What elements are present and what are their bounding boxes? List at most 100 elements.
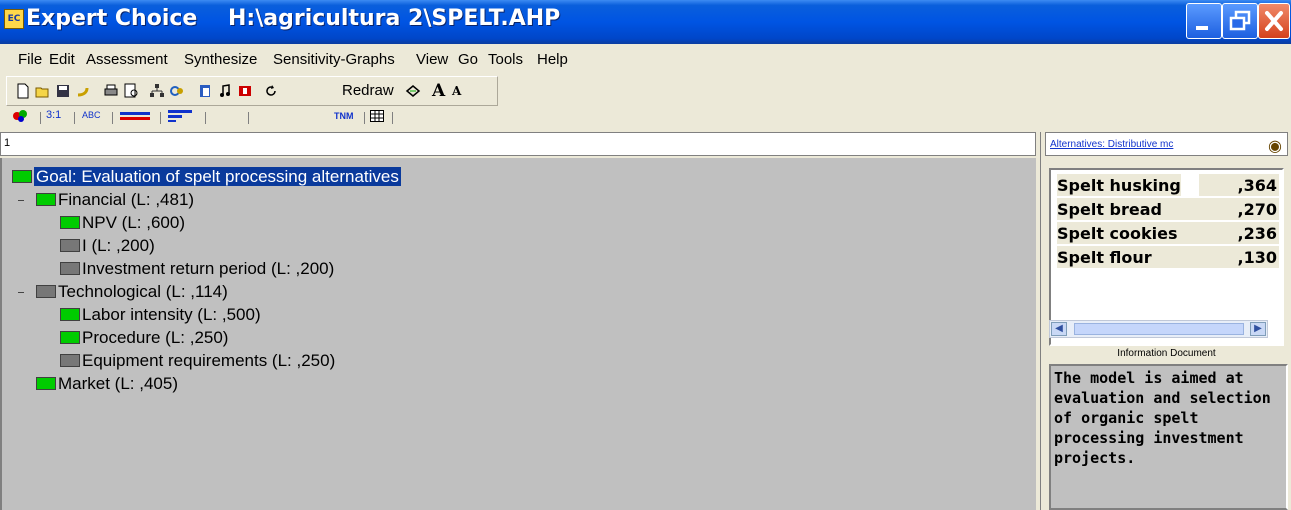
node-label: NPV (L: ,600) (82, 213, 185, 232)
node-color-box (12, 170, 32, 183)
node-color-box (60, 216, 80, 229)
menu-tools[interactable]: Tools (488, 51, 523, 68)
font-larger-button[interactable]: A (432, 81, 445, 101)
node-color-box (36, 285, 56, 298)
node-color-box (60, 354, 80, 367)
tree-node-npv[interactable]: NPV (L: ,600) (60, 212, 185, 234)
node-color-box (60, 262, 80, 275)
menu-view[interactable]: View (416, 51, 448, 68)
alternative-name: Spelt husking (1057, 176, 1181, 195)
menu-synthesize[interactable]: Synthesize (184, 51, 257, 68)
new-icon[interactable] (15, 83, 31, 99)
tree-header-bar: 1 (0, 132, 1036, 156)
minimize-icon (1196, 26, 1208, 30)
alternative-row[interactable]: Spelt flour ,130 (1057, 246, 1279, 268)
pie-chart-icon[interactable] (12, 109, 28, 123)
main-toolbar (6, 76, 498, 106)
print-icon[interactable] (103, 83, 119, 99)
tree-node-financial[interactable]: Financial (L: ,481) (36, 189, 194, 211)
alternative-name: Spelt flour (1057, 248, 1152, 267)
redraw-icon[interactable] (263, 83, 279, 99)
toolbar2-separator (160, 112, 161, 124)
tree-node-i[interactable]: I (L: ,200) (60, 235, 155, 257)
alternative-row[interactable]: Spelt husking ,364 (1057, 174, 1279, 196)
menu-file[interactable]: File (18, 51, 42, 68)
alternative-value: ,364 (1237, 176, 1277, 195)
node-color-box (60, 239, 80, 252)
title-bar: EC Expert Choice H:\agricultura 2\SPELT.… (0, 0, 1291, 44)
node-label: Investment return period (L: ,200) (82, 259, 335, 278)
grid-icon[interactable] (370, 110, 384, 122)
menu-assessment[interactable]: Assessment (86, 51, 168, 68)
node-color-box (60, 308, 80, 321)
alternatives-distributive-link[interactable]: Alternatives: Distributive mc (1050, 139, 1173, 150)
info-icon[interactable] (237, 83, 253, 99)
node-label: Equipment requirements (L: ,250) (82, 351, 336, 370)
numerical-compare-button[interactable]: 3:1 (46, 109, 61, 121)
scroll-left-icon[interactable]: ◀ (1051, 322, 1067, 336)
tree-node-market[interactable]: Market (L: ,405) (36, 373, 178, 395)
music-icon[interactable] (217, 83, 233, 99)
toolbar2-separator (205, 112, 206, 124)
paste-icon[interactable] (197, 83, 213, 99)
file-path-title: H:\agricultura 2\SPELT.AHP (228, 6, 561, 31)
horizontal-scrollbar[interactable]: ◀ ▶ (1049, 320, 1268, 338)
restore-button[interactable] (1222, 3, 1258, 39)
collapse-toggle-financial[interactable] (18, 200, 24, 201)
font-smaller-button[interactable]: A (452, 84, 461, 98)
binoculars-icon[interactable]: ◉ (1268, 136, 1282, 155)
toolbar2-separator (392, 112, 393, 124)
hierarchy-tree-panel[interactable]: Goal: Evaluation of spelt processing alt… (0, 158, 1036, 510)
priority-bar (1181, 174, 1199, 196)
scroll-thumb[interactable] (1074, 323, 1244, 335)
ratings-button[interactable]: TNM (334, 111, 354, 121)
tree-node-equipment-requirements[interactable]: Equipment requirements (L: ,250) (60, 350, 335, 372)
graphical-compare-icon[interactable] (120, 111, 150, 121)
close-icon (1265, 11, 1283, 31)
toolbar2-separator (40, 112, 41, 124)
assessment-toolbar: 3:1 ABC TNM (0, 108, 1291, 126)
information-document-label: Information Document (1117, 348, 1216, 359)
undo-icon[interactable] (75, 83, 91, 99)
redraw-button[interactable]: Redraw (342, 82, 394, 99)
alternative-row[interactable]: Spelt cookies ,236 (1057, 222, 1279, 244)
toolbar2-separator (74, 112, 75, 124)
redraw-label: Redraw (342, 82, 394, 99)
menu-sensitivity-graphs[interactable]: Sensitivity-Graphs (273, 51, 395, 68)
questionnaire-icon[interactable] (168, 110, 196, 122)
scroll-right-icon[interactable]: ▶ (1250, 322, 1266, 336)
tree-node-investment-return-period[interactable]: Investment return period (L: ,200) (60, 258, 334, 280)
menu-bar: File Edit Assessment Synthesize Sensitiv… (0, 48, 1291, 72)
preview-icon[interactable] (123, 83, 139, 99)
tree-node-labor-intensity[interactable]: Labor intensity (L: ,500) (60, 304, 261, 326)
node-label: Market (L: ,405) (58, 374, 178, 393)
tree-icon[interactable] (149, 83, 165, 99)
menu-go[interactable]: Go (458, 51, 478, 68)
open-icon[interactable] (35, 83, 51, 99)
alternative-name: Spelt cookies (1057, 224, 1178, 243)
save-icon[interactable] (55, 83, 71, 99)
alternative-row[interactable]: Spelt bread ,270 (1057, 198, 1279, 220)
information-document-text[interactable]: The model is aimed at evaluation and sel… (1049, 364, 1288, 510)
tree-node-goal[interactable]: Goal: Evaluation of spelt processing alt… (12, 166, 401, 188)
link-icon[interactable] (169, 83, 185, 99)
collapse-toggle-technological[interactable] (18, 292, 24, 293)
node-label: Financial (L: ,481) (58, 190, 195, 209)
node-color-box (36, 377, 56, 390)
restore-icon (1229, 10, 1251, 31)
alternative-value: ,130 (1237, 248, 1277, 267)
goal-label: Goal: Evaluation of spelt processing alt… (34, 167, 401, 186)
menu-help[interactable]: Help (537, 51, 568, 68)
minimize-button[interactable] (1186, 3, 1222, 39)
verbal-compare-button[interactable]: ABC (82, 110, 101, 120)
tree-node-procedure[interactable]: Procedure (L: ,250) (60, 327, 228, 349)
menu-edit[interactable]: Edit (49, 51, 75, 68)
alternatives-panel: Alternatives: Distributive mc ◉ Spelt hu… (1040, 132, 1291, 510)
app-icon: EC (4, 9, 24, 29)
tree-node-technological[interactable]: Technological (L: ,114) (36, 281, 228, 303)
node-label: Labor intensity (L: ,500) (82, 305, 261, 324)
toolbar2-separator (112, 112, 113, 124)
alternative-name: Spelt bread (1057, 200, 1162, 219)
cursor-pointer-icon[interactable] (405, 83, 421, 99)
close-button[interactable] (1258, 3, 1290, 39)
